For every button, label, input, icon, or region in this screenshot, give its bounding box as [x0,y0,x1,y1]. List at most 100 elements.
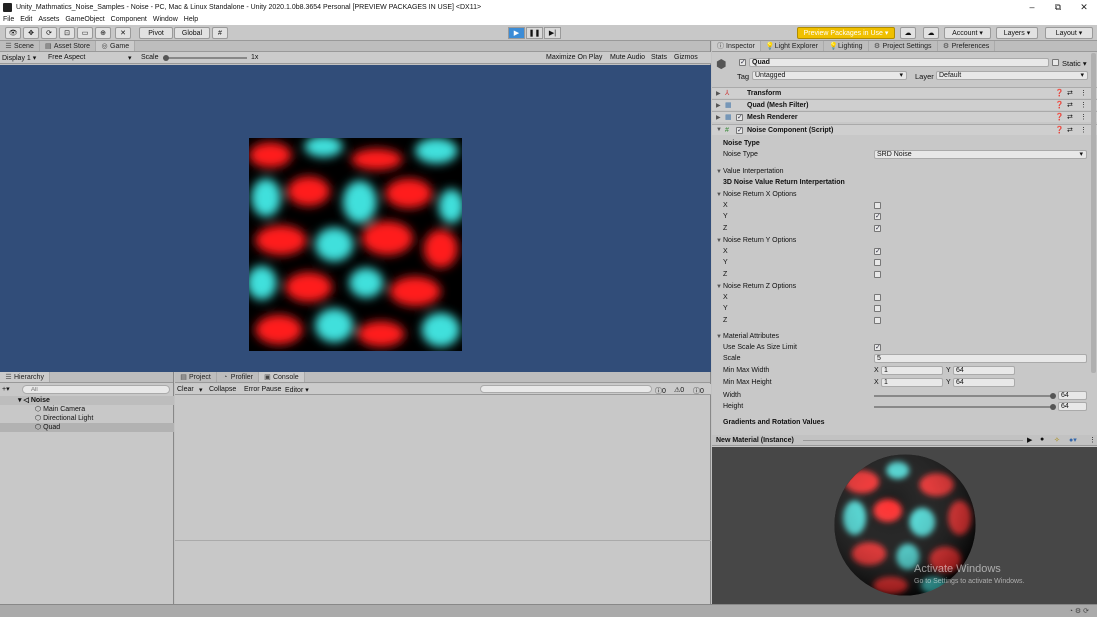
menu-component[interactable]: Component [111,16,147,23]
stats-toggle[interactable]: Stats [651,54,667,61]
pause-button[interactable]: ❚❚ [526,27,543,39]
y-checkbox[interactable] [874,305,881,312]
active-checkbox[interactable]: ✓ [739,59,746,66]
preview-viewport[interactable]: Activate Windows Go to Settings to activ… [712,447,1097,604]
warning-count[interactable]: ⚠0 [674,386,684,394]
static-checkbox[interactable] [1052,59,1059,66]
step-button[interactable]: ▶| [544,27,561,39]
scale-slider-knob[interactable] [163,55,169,61]
sphere-icon[interactable]: ● [1040,436,1044,443]
transform-tool-icon[interactable]: ⊕ [95,27,111,39]
global-button[interactable]: Global [174,27,210,39]
scale-tool-icon[interactable]: ⊡ [59,27,75,39]
account-dropdown[interactable]: Account ▾ [944,27,991,39]
component-transform[interactable]: ▶ ⅄ Transform ❓ ⇄ ⋮ [712,87,1097,98]
fold-arrow-icon[interactable]: ▼ [716,284,722,290]
value-interp-foldout[interactable]: ▼ Value Interpertation [712,166,1097,177]
kebab-menu-icon[interactable]: ⋮ [1080,113,1087,121]
tab-preferences[interactable]: ⚙ Preferences [938,41,996,51]
height-input[interactable]: 64 [1058,402,1087,411]
minimize-button[interactable]: – [1019,2,1045,12]
collab-icon[interactable]: ☁ [900,27,916,39]
move-tool-icon[interactable]: ✥ [23,27,39,39]
fold-arrow-icon[interactable]: ▶ [716,90,721,97]
mesh-dropdown-icon[interactable]: ●▾ [1069,436,1077,444]
preview-packages-button[interactable]: Preview Packages in Use ▾ [797,27,895,39]
fold-arrow-icon[interactable]: ▼ [716,169,722,175]
tab-profiler[interactable]: ◔ Profiler [217,372,259,382]
fold-arrow-icon[interactable]: ▼ [716,127,722,133]
list-item[interactable]: ⬡ Main Camera [35,405,85,414]
menu-gameobject[interactable]: GameObject [65,16,104,23]
width-slider-knob[interactable] [1050,393,1056,399]
width-input[interactable]: 64 [1058,391,1087,400]
noise-y-foldout[interactable]: ▼ Noise Return Y Options [712,235,1097,246]
preset-icon[interactable]: ⇄ [1067,126,1073,134]
hand-tool-icon[interactable]: 👁 [5,27,21,39]
scene-expand-icon[interactable]: ▾ [18,397,22,404]
scale-slider[interactable] [163,57,247,59]
console-search-input[interactable] [480,385,652,393]
mmw-x-input[interactable]: 1 [881,366,943,375]
editor-dropdown[interactable]: Editor ▾ [285,386,309,394]
noise-type-dropdown[interactable]: SRD Noise ▾ [874,150,1087,159]
mmw-y-input[interactable]: 64 [953,366,1015,375]
collapse-toggle[interactable]: Collapse [209,386,236,393]
play-button[interactable]: ▶ [508,27,525,39]
help-icon[interactable]: ❓ [1055,89,1064,97]
grid-snap-icon[interactable]: # [212,27,228,39]
use-scale-checkbox[interactable]: ✓ [874,344,881,351]
x-checkbox[interactable] [874,202,881,209]
scale-input[interactable]: 5 [874,354,1087,363]
status-icons[interactable]: ◔ ⚙ ⟳ [1069,607,1089,615]
clear-button[interactable]: Clear [177,386,194,393]
tag-dropdown[interactable]: Untagged ▾ [752,71,907,80]
mmh-y-input[interactable]: 64 [953,378,1015,387]
component-mesh-renderer[interactable]: ▶ ▦ ✓ Mesh Renderer ❓ ⇄ ⋮ [712,111,1097,122]
tab-asset-store[interactable]: ▤ Asset Store [40,41,97,51]
game-viewport[interactable] [0,65,711,372]
maximize-button[interactable]: ⧉ [1045,2,1071,13]
rotate-tool-icon[interactable]: ⟳ [41,27,57,39]
tab-inspector[interactable]: ⓘ Inspector [712,41,761,51]
menu-file[interactable]: File [3,16,14,23]
kebab-menu-icon[interactable]: ⋮ [1080,89,1087,97]
inspector-scrollbar[interactable] [1091,53,1096,373]
tab-lighting[interactable]: 💡 Lighting [824,41,869,51]
preset-icon[interactable]: ⇄ [1067,113,1073,121]
z-checkbox[interactable] [874,271,881,278]
layer-dropdown[interactable]: Default ▾ [936,71,1088,80]
layout-dropdown[interactable]: Layout ▾ [1045,27,1093,39]
object-name-field[interactable]: Quad [749,58,1049,67]
close-button[interactable]: ✕ [1071,2,1097,13]
z-checkbox[interactable]: ✓ [874,225,881,232]
z-checkbox[interactable] [874,317,881,324]
list-item-selected[interactable]: ⬡ Quad [0,423,174,432]
height-slider[interactable] [874,406,1054,408]
tab-hierarchy[interactable]: ☰ Hierarchy [0,372,50,382]
menu-assets[interactable]: Assets [38,16,59,23]
mute-audio-toggle[interactable]: Mute Audio [610,54,645,61]
y-checkbox[interactable] [874,259,881,266]
maximize-on-play-toggle[interactable]: Maximize On Play [546,54,602,61]
noise-z-foldout[interactable]: ▼ Noise Return Z Options [712,281,1097,292]
console-splitter[interactable] [175,540,711,541]
hierarchy-search-input[interactable] [22,385,170,394]
display-dropdown[interactable]: Display 1 ▾ [2,54,36,62]
tab-game[interactable]: ◎ Game [96,41,136,51]
fold-arrow-icon[interactable]: ▼ [716,192,722,198]
help-icon[interactable]: ❓ [1055,101,1064,109]
component-mesh-filter[interactable]: ▶ ▦ Quad (Mesh Filter) ❓ ⇄ ⋮ [712,99,1097,110]
gizmos-dropdown[interactable]: Gizmos [674,54,698,61]
aspect-dropdown[interactable]: Free Aspect [48,54,85,61]
preset-icon[interactable]: ⇄ [1067,101,1073,109]
material-attrs-foldout[interactable]: ▼ Material Attributes [712,331,1097,342]
fold-arrow-icon[interactable]: ▶ [716,114,721,121]
kebab-menu-icon[interactable]: ⋮ [1080,126,1087,134]
fold-arrow-icon[interactable]: ▶ [716,102,721,109]
menu-window[interactable]: Window [153,16,178,23]
pivot-button[interactable]: Pivot [139,27,173,39]
static-label[interactable]: Static ▾ [1062,59,1087,68]
fold-arrow-icon[interactable]: ▼ [716,334,722,340]
height-slider-knob[interactable] [1050,404,1056,410]
